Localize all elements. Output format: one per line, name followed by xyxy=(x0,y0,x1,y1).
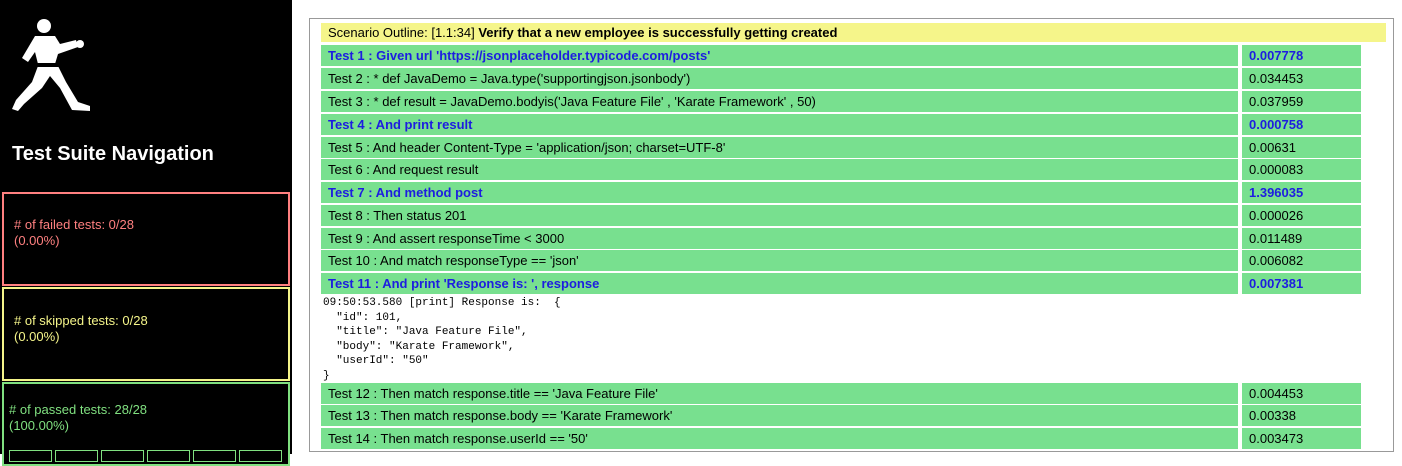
failed-tests-label: # of failed tests: 0/28 xyxy=(14,217,134,232)
passed-tests-panel[interactable]: # of passed tests: 28/28 (100.00%) xyxy=(2,382,290,466)
grid-cell[interactable] xyxy=(147,450,190,462)
step-time: 0.034453 xyxy=(1242,68,1361,89)
karate-fighter-icon xyxy=(12,19,90,111)
step-text: Test 2 : * def JavaDemo = Java.type('sup… xyxy=(321,68,1238,89)
step-text: Test 9 : And assert responseTime < 3000 xyxy=(321,228,1238,249)
grid-cell[interactable] xyxy=(239,450,282,462)
step-time: 0.000026 xyxy=(1242,205,1361,226)
passed-tests-grid xyxy=(9,450,285,462)
sidebar: Test Suite Navigation # of failed tests:… xyxy=(0,0,292,466)
skipped-tests-label: # of skipped tests: 0/28 xyxy=(14,313,148,328)
step-text: Test 4 : And print result xyxy=(321,114,1238,135)
step-time: 0.00631 xyxy=(1242,137,1361,158)
step-time: 0.000758 xyxy=(1242,114,1361,135)
step-text: Test 7 : And method post xyxy=(321,182,1238,203)
skipped-tests-panel[interactable]: # of skipped tests: 0/28 (0.00%) xyxy=(2,287,290,381)
step-text: Test 11 : And print 'Response is: ', res… xyxy=(321,273,1238,294)
skipped-tests-percent: (0.00%) xyxy=(14,329,60,344)
step-text: Test 13 : Then match response.body == 'K… xyxy=(321,405,1238,426)
grid-cell[interactable] xyxy=(55,450,98,462)
failed-tests-percent: (0.00%) xyxy=(14,233,60,248)
step-time: 0.007381 xyxy=(1242,273,1361,294)
grid-cell[interactable] xyxy=(193,450,236,462)
scenario-outline-header[interactable]: Scenario Outline: [1.1:34] Verify that a… xyxy=(321,23,1386,42)
grid-cell[interactable] xyxy=(101,450,144,462)
step-time: 0.006082 xyxy=(1242,250,1361,271)
step-time: 0.004453 xyxy=(1242,383,1361,404)
step-text: Test 12 : Then match response.title == '… xyxy=(321,383,1238,404)
passed-tests-label: # of passed tests: 28/28 xyxy=(9,402,148,417)
step-time: 1.396035 xyxy=(1242,182,1361,203)
failed-tests-panel[interactable]: # of failed tests: 0/28 (0.00%) xyxy=(2,192,290,286)
step-text: Test 14 : Then match response.userId == … xyxy=(321,428,1238,449)
step-time: 0.011489 xyxy=(1242,228,1361,249)
step-text: Test 3 : * def result = JavaDemo.bodyis(… xyxy=(321,91,1238,112)
step-text: Test 10 : And match responseType == 'jso… xyxy=(321,250,1238,271)
step-time: 0.00338 xyxy=(1242,405,1361,426)
scenario-panel: Scenario Outline: [1.1:34] Verify that a… xyxy=(309,18,1394,452)
step-text: Test 1 : Given url 'https://jsonplacehol… xyxy=(321,45,1238,66)
step-text: Test 8 : Then status 201 xyxy=(321,205,1238,226)
step-text: Test 5 : And header Content-Type = 'appl… xyxy=(321,137,1238,158)
nav-title: Test Suite Navigation xyxy=(12,143,214,165)
scenario-prefix: Scenario Outline: [1.1:34] xyxy=(328,25,475,40)
step-time: 0.000083 xyxy=(1242,159,1361,180)
step-time: 0.003473 xyxy=(1242,428,1361,449)
step-time: 0.007778 xyxy=(1242,45,1361,66)
print-output-log: 09:50:53.580 [print] Response is: { "id"… xyxy=(323,297,561,382)
step-time: 0.037959 xyxy=(1242,91,1361,112)
step-text: Test 6 : And request result xyxy=(321,159,1238,180)
scenario-title: Verify that a new employee is successful… xyxy=(478,25,838,40)
passed-tests-percent: (100.00%) xyxy=(9,418,69,433)
grid-cell[interactable] xyxy=(9,450,52,462)
